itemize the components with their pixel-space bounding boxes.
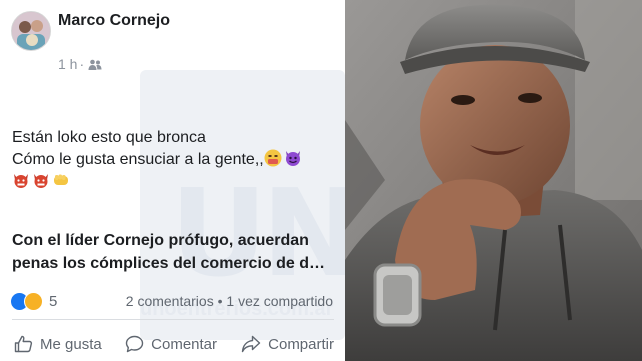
post-stats: 5 2 comentarios • 1 vez compartido (10, 290, 335, 312)
ogre-mask-icon (34, 174, 48, 188)
comment-button[interactable]: Comentar (125, 335, 241, 353)
comment-label: Comentar (151, 335, 218, 353)
link-title-line-1: Con el líder Cornejo prófugo, acuerdan (12, 232, 309, 249)
attached-photo[interactable] (345, 0, 642, 361)
avatar[interactable] (11, 11, 51, 51)
like-label: Me gusta (40, 335, 102, 353)
face-with-symbols-icon (264, 149, 282, 167)
oncoming-fist-icon (54, 174, 68, 185)
post-actions: Me gusta Comentar Compartir (14, 330, 334, 358)
link-preview-title[interactable]: Con el líder Cornejo prófugo, acuerdan p… (12, 229, 340, 275)
meta-separator: · (79, 56, 85, 72)
reaction-count: 5 (49, 292, 58, 310)
post-text-line-3 (12, 171, 342, 193)
stats-separator: • (213, 293, 227, 309)
post-meta: 1 h · (58, 56, 102, 72)
share-button[interactable]: Compartir (241, 335, 334, 353)
reactions-summary[interactable]: 5 (10, 291, 58, 311)
post-text-line-2: Cómo le gusta ensuciar a la gente,, (12, 149, 342, 171)
link-title-line-2: penas los cómplices del comercio de d… (12, 255, 325, 272)
friends-icon (88, 58, 102, 70)
shares-count[interactable]: 1 vez compartido (226, 293, 333, 309)
comment-icon (125, 335, 144, 353)
share-label: Compartir (268, 335, 334, 353)
post-text-line-2-text: Cómo le gusta ensuciar a la gente,, (12, 151, 264, 168)
thumbs-up-icon (14, 335, 33, 353)
share-icon (241, 335, 261, 353)
smiling-imp-icon (285, 151, 300, 166)
like-button[interactable]: Me gusta (14, 335, 125, 353)
comments-count[interactable]: 2 comentarios (126, 293, 214, 309)
selfie-photo (345, 0, 642, 361)
facebook-post: UNO unoentrerios.com.ar Marco Cornejo 1 … (0, 0, 345, 361)
divider (12, 319, 334, 320)
angry-reaction-icon (24, 291, 43, 311)
author-name[interactable]: Marco Cornejo (58, 12, 170, 30)
ogre-mask-icon (14, 174, 28, 188)
post-text-line-1: Están loko esto que bronca (12, 129, 206, 146)
engagement-counts: 2 comentarios • 1 vez compartido (126, 293, 333, 309)
post-text: Están loko esto que bronca Cómo le gusta… (12, 127, 342, 193)
post-time[interactable]: 1 h (58, 56, 77, 72)
